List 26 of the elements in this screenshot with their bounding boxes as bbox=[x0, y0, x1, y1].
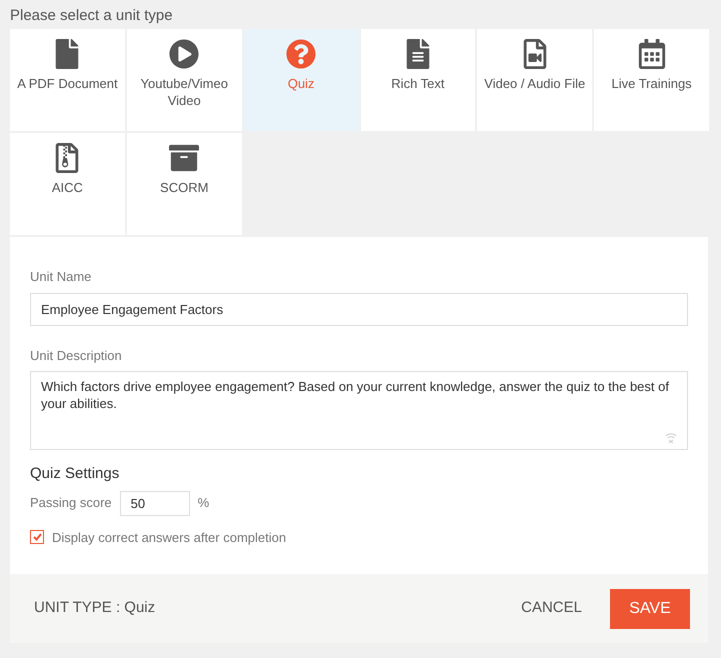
save-button[interactable]: SAVE bbox=[610, 588, 690, 628]
unit-type-tile[interactable]: Live Trainings bbox=[594, 29, 709, 131]
unit-name-field[interactable]: Employee Engagement Factors bbox=[30, 292, 688, 326]
unit-type-text: UNIT TYPE : Quiz bbox=[34, 598, 156, 618]
unit-type-tile[interactable]: Video / Audio File bbox=[477, 29, 592, 131]
percent-sign: % bbox=[198, 494, 210, 512]
field-label: Unit Name bbox=[30, 268, 92, 286]
cancel-button[interactable]: CANCEL bbox=[521, 597, 582, 620]
passing-score-field[interactable]: 50 bbox=[120, 490, 190, 516]
calendar-icon bbox=[636, 39, 667, 69]
play-icon bbox=[169, 39, 200, 69]
archive-box-icon bbox=[169, 143, 200, 173]
unit-type-tile[interactable]: A PDF Document bbox=[10, 29, 125, 131]
question-icon bbox=[286, 39, 316, 69]
unit-type-tile[interactable]: AICC bbox=[10, 133, 125, 235]
unit-type-tile[interactable]: Rich Text bbox=[360, 29, 476, 131]
page-heading: Please select a unit type bbox=[10, 6, 174, 26]
passing-score-label: Passing score bbox=[30, 494, 112, 512]
unit-type-tile[interactable]: SCORM bbox=[126, 133, 242, 235]
checkbox-label: Display correct answers after completion bbox=[52, 528, 286, 547]
field-label: Unit Description bbox=[30, 346, 123, 365]
unit-type-tile[interactable]: Youtube/Vimeo Video bbox=[126, 29, 242, 131]
unit-description-field[interactable]: Which factors drive employee engagement? Based on your current knowledge, answer the quiz to the best of your abilities. bbox=[30, 371, 688, 450]
checkbox[interactable] bbox=[30, 530, 44, 544]
section-title: Quiz Settings bbox=[30, 464, 120, 484]
signal-icon bbox=[665, 432, 677, 444]
